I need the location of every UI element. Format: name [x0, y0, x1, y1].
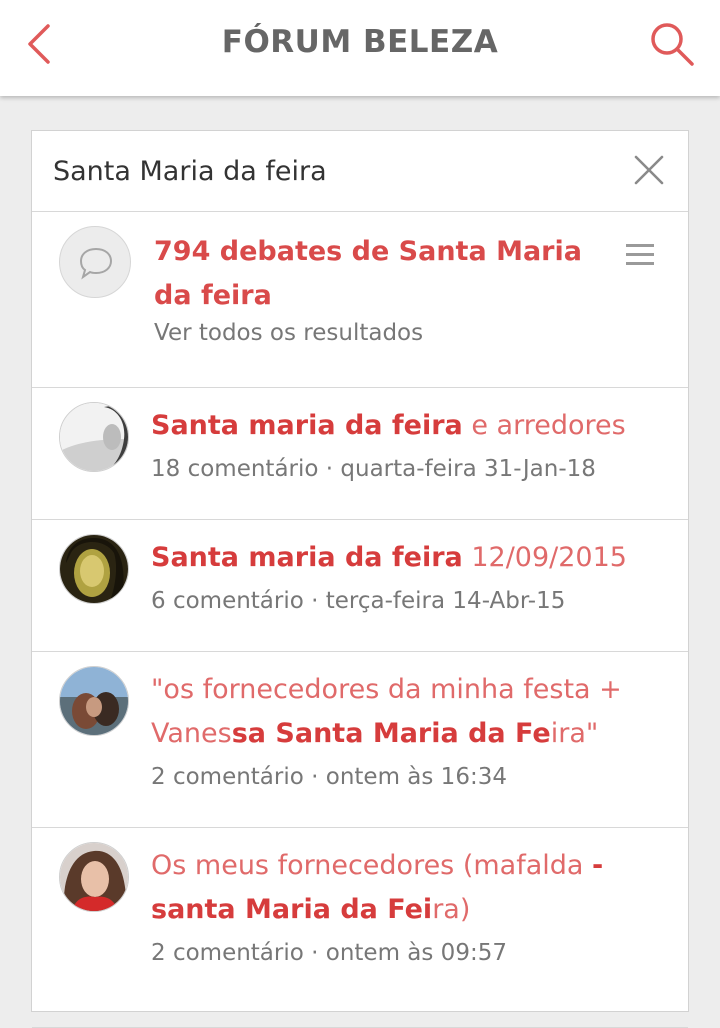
all-results-row[interactable]: 794 debates de Santa Maria da feira Ver … [32, 212, 688, 388]
top-bar: FÓRUM BELEZA [0, 0, 720, 96]
result-meta: 18 comentário · quarta-feira 31-Jan-18 [151, 456, 596, 482]
list-item[interactable]: Os meus fornecedores (mafalda - santa Ma… [32, 828, 688, 1028]
menu-icon[interactable] [626, 244, 654, 266]
search-icon [651, 23, 694, 66]
result-title[interactable]: "os fornecedores da minha festa + Vaness… [151, 668, 651, 756]
avatar [59, 402, 129, 472]
all-results-title[interactable]: 794 debates de Santa Maria da feira [154, 230, 594, 318]
view-all-results-link[interactable]: Ver todos os resultados [154, 320, 423, 346]
result-title[interactable]: Santa maria da feira e arredores [151, 404, 651, 448]
avatar [59, 842, 129, 912]
list-item[interactable]: Santa maria da feira 12/09/2015 6 coment… [32, 520, 688, 652]
search-results-panel: 794 debates de Santa Maria da feira Ver … [31, 130, 689, 1028]
result-meta: 2 comentário · ontem às 09:57 [151, 940, 507, 966]
list-item[interactable]: Santa maria da feira e arredores 18 come… [32, 388, 688, 520]
result-meta: 6 comentário · terça-feira 14-Abr-15 [151, 588, 566, 614]
result-title[interactable]: Santa maria da feira 12/09/2015 [151, 536, 651, 580]
avatar [59, 666, 129, 736]
result-title[interactable]: Os meus fornecedores (mafalda - santa Ma… [151, 844, 651, 932]
result-meta: 2 comentário · ontem às 16:34 [151, 764, 507, 790]
close-icon [634, 155, 664, 185]
search-bar [32, 131, 688, 212]
search-button[interactable] [648, 20, 696, 68]
list-item[interactable]: "os fornecedores da minha festa + Vaness… [32, 652, 688, 828]
chat-bubble-icon [59, 226, 131, 298]
avatar [59, 534, 129, 604]
page-title: FÓRUM BELEZA [221, 24, 499, 60]
search-input[interactable] [53, 149, 613, 193]
clear-search-button[interactable] [632, 153, 666, 187]
